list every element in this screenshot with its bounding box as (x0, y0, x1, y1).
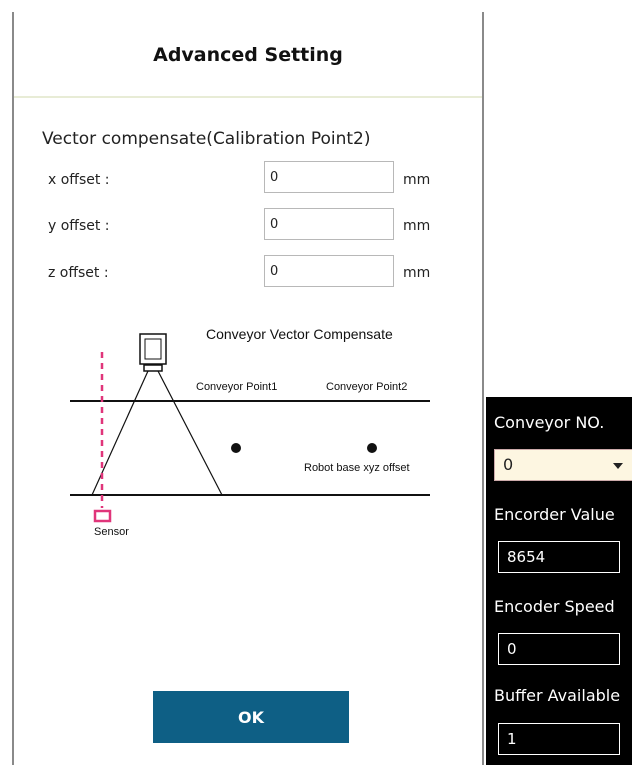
conveyor-diagram: Conveyor Vector Compensate Conveyor Poin… (70, 326, 430, 538)
conveyor-status-panel: Conveyor NO. 0 Encorder Value 8654 Encod… (486, 397, 632, 765)
chevron-down-icon (613, 463, 623, 469)
ok-button[interactable]: OK (153, 691, 349, 743)
sensor-icon (93, 509, 112, 523)
conveyor-point1-label: Conveyor Point1 (196, 381, 277, 393)
conveyor-no-label: Conveyor NO. (494, 413, 605, 432)
conveyor-no-select[interactable]: 0 (494, 449, 632, 481)
diagram-title: Conveyor Vector Compensate (206, 326, 393, 342)
advanced-setting-dialog: Advanced Setting Vector compensate(Calib… (12, 12, 484, 765)
sensor-label: Sensor (94, 526, 129, 538)
buffer-available-field: 1 (498, 723, 620, 755)
encoder-speed-label: Encoder Speed (494, 597, 615, 616)
encoder-value-field: 8654 (498, 541, 620, 573)
robot-base-offset-label: Robot base xyz offset (304, 462, 410, 474)
buffer-available-label: Buffer Available (494, 686, 621, 705)
conveyor-point1-marker (231, 443, 241, 453)
conveyor-no-value: 0 (503, 455, 514, 474)
encoder-speed-field: 0 (498, 633, 620, 665)
conveyor-point2-label: Conveyor Point2 (326, 381, 407, 393)
encoder-value-label: Encorder Value (494, 505, 615, 524)
camera-fov-left (91, 370, 149, 496)
camera-icon (139, 333, 167, 372)
conveyor-point2-marker (367, 443, 377, 453)
